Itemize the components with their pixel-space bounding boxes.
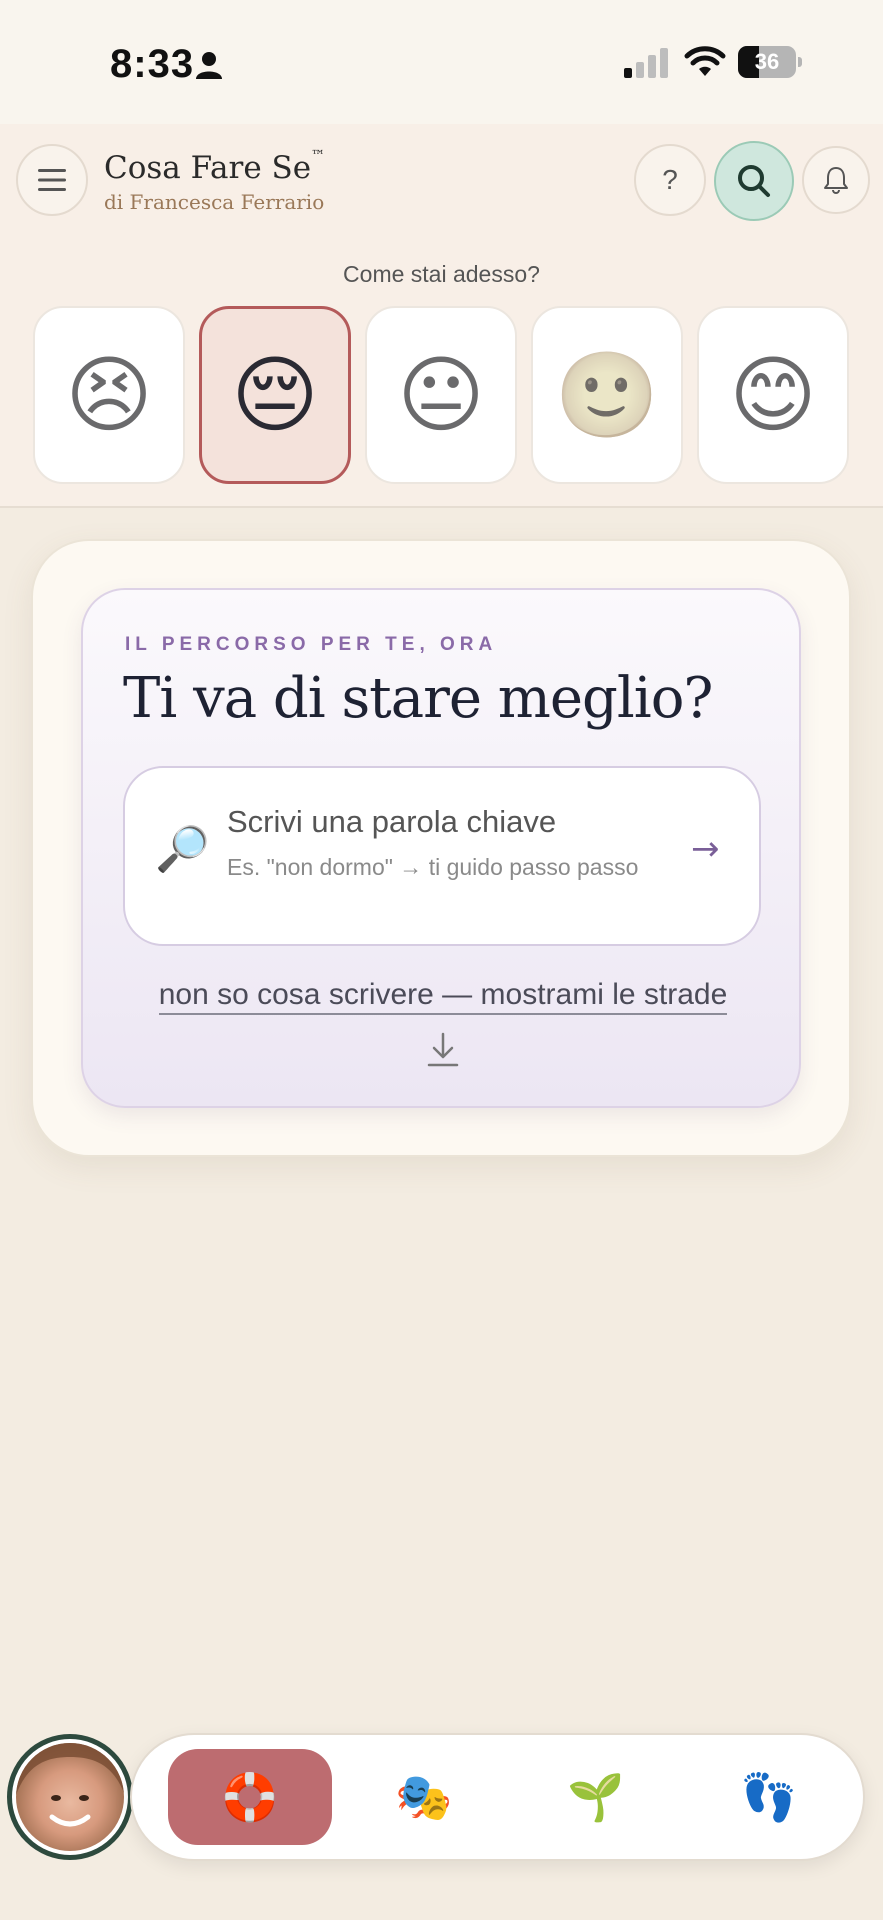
keyword-search-placeholder: Scrivi una parola chiave: [227, 804, 557, 839]
arrow-right-icon[interactable]: →: [691, 832, 720, 866]
nav-item-growth[interactable]: 🌱: [514, 1749, 678, 1845]
search-button[interactable]: [714, 141, 794, 221]
profile-avatar[interactable]: [7, 1734, 133, 1860]
bottom-navigation: 🛟 🎭 🌱 👣: [130, 1733, 865, 1861]
person-icon: [196, 52, 222, 79]
hamburger-menu-icon: [38, 169, 66, 191]
menu-button[interactable]: [16, 144, 88, 216]
notifications-button[interactable]: [802, 146, 870, 214]
seedling-icon: 🌱: [567, 1770, 625, 1824]
app-subtitle: di Francesca Ferrario: [104, 190, 325, 214]
path-card-title: Ti va di stare meglio?: [123, 666, 713, 731]
mood-option-very-good[interactable]: 😊: [697, 306, 849, 484]
smiling-face-icon: 😊: [729, 346, 817, 444]
show-paths-link[interactable]: non so cosa scrivere — mostrami le strad…: [83, 978, 803, 1015]
neutral-face-icon: 😐: [397, 346, 485, 444]
bell-icon: [824, 167, 848, 194]
path-card: IL PERCORSO PER TE, ORA Ti va di stare m…: [81, 588, 801, 1108]
mood-option-good[interactable]: 🙂: [531, 306, 683, 484]
persevering-face-icon: 😣: [65, 346, 153, 444]
keyword-search-hint: Es. "non dormo" → ti guido passo passo: [227, 854, 639, 880]
theater-masks-icon: 🎭: [395, 1770, 453, 1824]
slightly-smiling-face-icon: 🙂: [554, 346, 660, 444]
battery-percentage: 36: [754, 49, 780, 74]
top-section: Cosa Fare Se™ di Francesca Ferrario ? Co…: [0, 124, 883, 508]
magnifying-glass-icon: 🔎: [155, 824, 210, 875]
pensive-face-icon: 😔: [231, 346, 319, 444]
nav-item-theater[interactable]: 🎭: [342, 1749, 506, 1845]
mood-option-bad[interactable]: 😔: [199, 306, 351, 484]
status-time: 8:33: [110, 42, 195, 86]
mood-option-neutral[interactable]: 😐: [365, 306, 517, 484]
mood-prompt: Come stai adesso?: [343, 261, 540, 287]
avatar-photo: [16, 1743, 124, 1851]
path-card-eyebrow: IL PERCORSO PER TE, ORA: [125, 634, 498, 655]
trademark-symbol: ™: [311, 148, 326, 164]
nav-item-steps[interactable]: 👣: [687, 1749, 851, 1845]
keyword-search-field[interactable]: 🔎 Scrivi una parola chiave Es. "non dorm…: [123, 766, 761, 946]
battery-icon: 36: [738, 46, 802, 80]
mood-option-very-bad[interactable]: 😣: [33, 306, 185, 484]
arrow-down-icon[interactable]: [419, 1030, 467, 1070]
nav-item-lifebuoy[interactable]: 🛟: [168, 1749, 332, 1845]
wifi-icon: [684, 46, 726, 76]
cellular-signal-icon: [624, 48, 668, 78]
search-icon: [738, 165, 770, 197]
footprints-icon: 👣: [740, 1770, 798, 1824]
lifebuoy-icon: 🛟: [221, 1770, 279, 1824]
app-title: Cosa Fare Se™: [104, 148, 326, 186]
help-button[interactable]: ?: [634, 144, 706, 216]
status-bar: 8:33 36: [0, 0, 883, 124]
